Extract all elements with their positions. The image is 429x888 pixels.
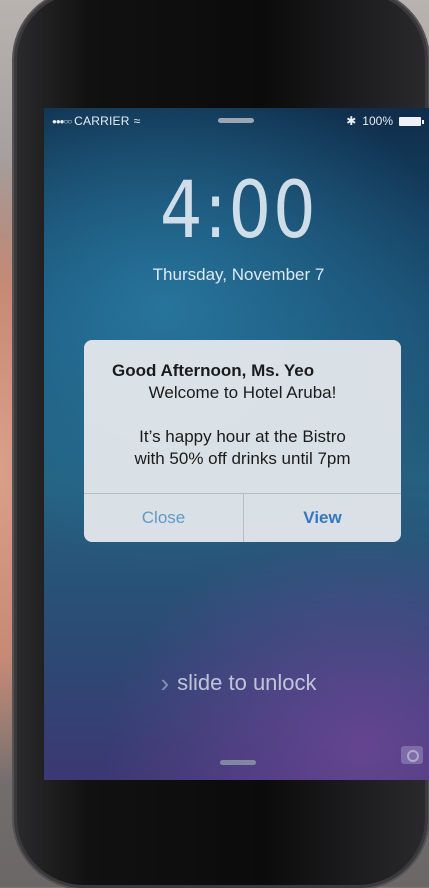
alert-message-line: with 50% off drinks until 7pm — [134, 449, 351, 468]
battery-percentage: 100% — [362, 114, 393, 128]
phone-frame: ●●●○○ CARRIER ≈ ✱ 100% 4:00 Thursday, Nove… — [14, 0, 429, 888]
view-button[interactable]: View — [244, 494, 401, 542]
wifi-icon: ≈ — [133, 114, 141, 128]
carrier-info: ●●●○○ CARRIER ≈ — [52, 114, 140, 128]
control-center-grabber[interactable] — [220, 760, 256, 765]
slide-to-unlock[interactable]: › slide to unlock — [44, 668, 429, 699]
clock: 4:00 — [44, 166, 429, 256]
notification-alert: Good Afternoon, Ms. Yeo Welcome to Hotel… — [84, 340, 401, 542]
alert-message-line: Welcome to Hotel Aruba! — [148, 383, 337, 402]
alert-title: Good Afternoon, Ms. Yeo — [112, 361, 315, 380]
slide-to-unlock-label: slide to unlock — [177, 670, 317, 695]
lock-screen: ●●●○○ CARRIER ≈ ✱ 100% 4:00 Thursday, Nove… — [44, 108, 429, 780]
camera-icon[interactable] — [401, 746, 423, 764]
chevron-right-icon: › — [160, 668, 170, 698]
clock-time: 4:00 — [159, 166, 318, 256]
close-button[interactable]: Close — [84, 494, 243, 542]
signal-strength-icon: ●●●○○ — [52, 117, 72, 126]
battery-icon — [399, 116, 424, 126]
date-label: Thursday, November 7 — [152, 265, 325, 284]
alert-body: Good Afternoon, Ms. Yeo Welcome to Hotel… — [84, 360, 401, 470]
battery-area: ✱ 100% — [346, 114, 424, 128]
carrier-name: CARRIER — [74, 114, 130, 128]
alert-message-line: It’s happy hour at the Bistro — [139, 427, 346, 446]
bluetooth-icon: ✱ — [346, 114, 357, 128]
status-bar: ●●●○○ CARRIER ≈ ✱ 100% — [44, 108, 429, 134]
notification-center-grabber[interactable] — [218, 118, 254, 123]
alert-spacer — [84, 404, 401, 426]
